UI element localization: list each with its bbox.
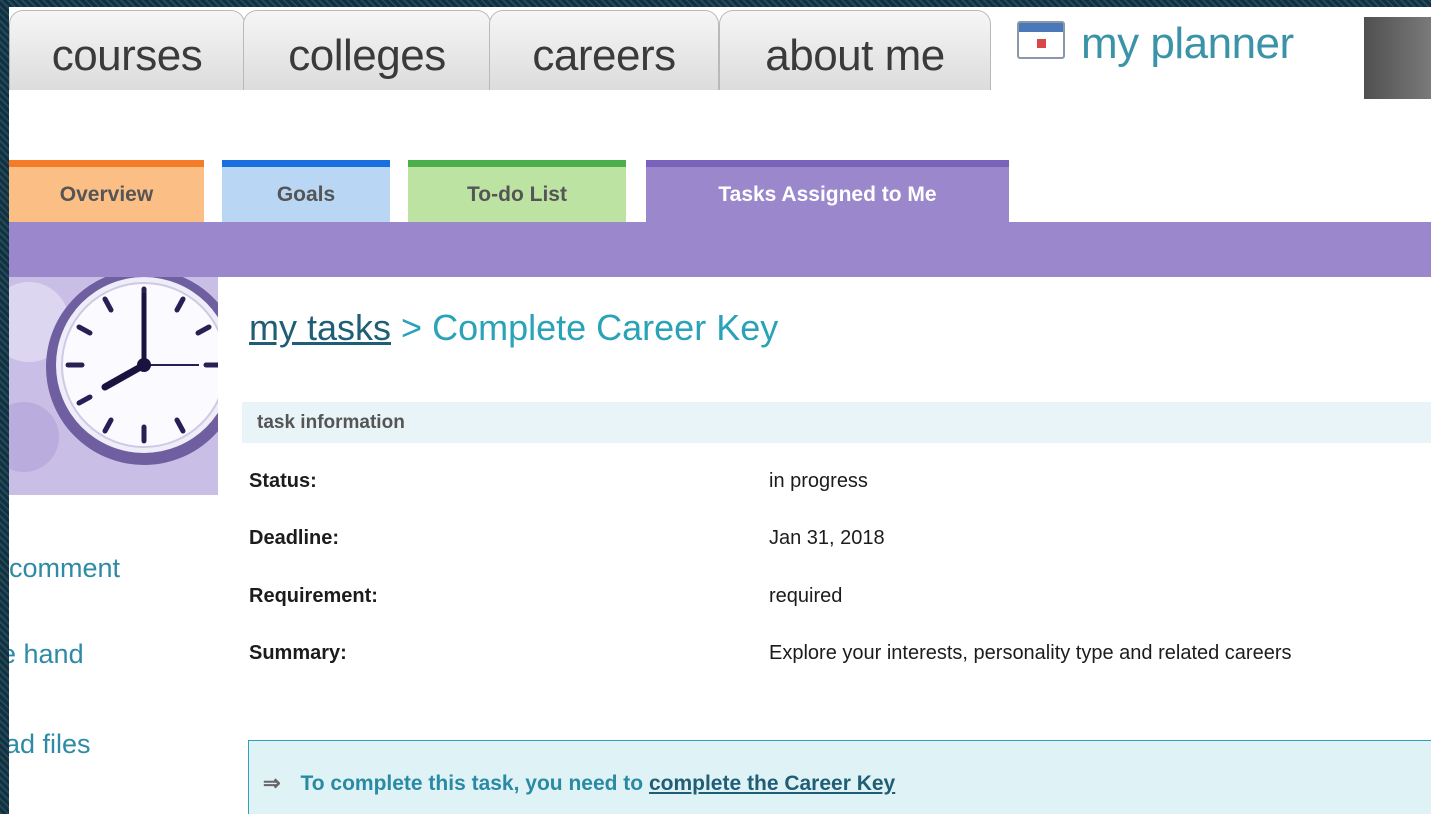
tab-careers[interactable]: careers <box>489 10 719 90</box>
tab-about-me[interactable]: about me <box>719 10 991 90</box>
summary-value: Explore your interests, personality type… <box>769 642 1292 664</box>
tab-label: courses <box>51 30 203 80</box>
tab-bar-edge <box>1364 17 1431 99</box>
tab-label: about me <box>765 30 945 80</box>
tab-courses[interactable]: courses <box>9 10 245 90</box>
status-value: in progress <box>769 470 868 492</box>
tab-my-planner[interactable]: my planner <box>999 7 1364 91</box>
hand-in-link[interactable]: e hand <box>9 639 84 670</box>
requirement-value: required <box>769 585 843 607</box>
complete-career-key-link[interactable]: complete the Career Key <box>649 772 895 795</box>
requirement-label: Requirement: <box>249 585 378 607</box>
breadcrumb-separator: > <box>401 307 423 348</box>
subtab-todo-list[interactable]: To-do List <box>408 160 626 222</box>
status-label: Status: <box>249 470 317 492</box>
add-comment-link[interactable]: comment <box>9 553 120 584</box>
callout-message: To complete this task, you need to <box>300 772 644 795</box>
upload-files-link[interactable]: ad files <box>9 729 91 760</box>
arrow-right-icon: ⇒ <box>263 772 281 795</box>
page: courses colleges careers about me my pla… <box>9 7 1431 814</box>
task-info-header: task information <box>242 402 1431 443</box>
tab-label: colleges <box>288 30 446 80</box>
page-title: Complete Career Key <box>432 307 779 348</box>
summary-label: Summary: <box>249 642 347 664</box>
task-instruction-callout: ⇒ To complete this task, you need to com… <box>248 740 1431 814</box>
clock-icon <box>9 277 218 495</box>
deadline-label: Deadline: <box>249 527 340 549</box>
clock-image <box>9 277 218 495</box>
subtab-label: To-do List <box>467 182 567 206</box>
subtab-overview[interactable]: Overview <box>9 160 204 222</box>
breadcrumb-my-tasks-link[interactable]: my tasks <box>249 307 391 348</box>
callout-text: ⇒ To complete this task, you need to com… <box>263 771 895 796</box>
subtab-goals[interactable]: Goals <box>222 160 390 222</box>
breadcrumb: my tasks > Complete Career Key <box>249 307 778 349</box>
subtab-label: Tasks Assigned to Me <box>718 182 937 206</box>
tab-label: my planner <box>1081 19 1294 68</box>
calendar-icon <box>1017 21 1065 59</box>
subnav-bar <box>9 222 1431 277</box>
subtab-label: Goals <box>276 182 336 206</box>
subtab-tasks-assigned[interactable]: Tasks Assigned to Me <box>646 160 1009 222</box>
tab-label: careers <box>532 30 676 80</box>
tab-colleges[interactable]: colleges <box>243 10 491 90</box>
subtab-label: Overview <box>59 182 154 206</box>
deadline-value: Jan 31, 2018 <box>769 527 885 549</box>
